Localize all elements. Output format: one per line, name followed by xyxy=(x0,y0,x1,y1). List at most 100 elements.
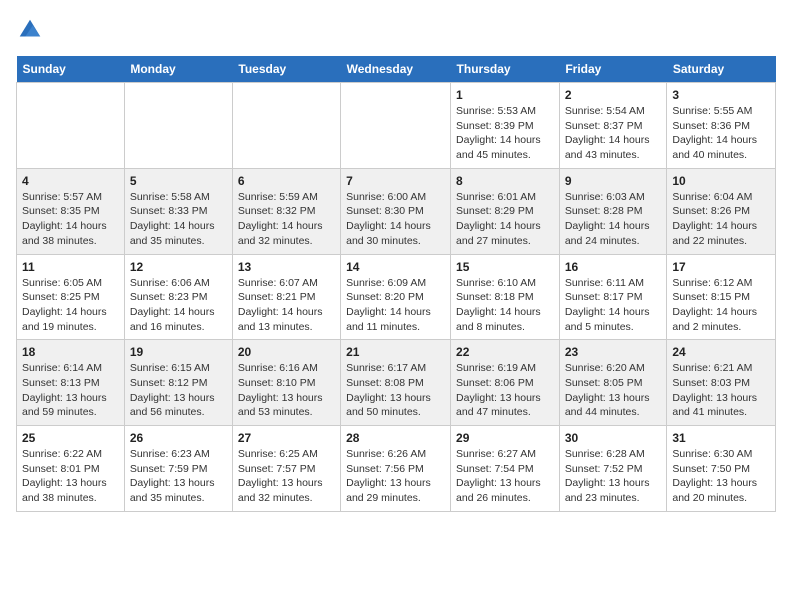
day-number: 26 xyxy=(130,431,227,445)
day-number: 4 xyxy=(22,174,119,188)
logo-icon xyxy=(16,16,44,44)
calendar-cell: 29Sunrise: 6:27 AM Sunset: 7:54 PM Dayli… xyxy=(451,426,560,512)
day-info: Sunrise: 6:30 AM Sunset: 7:50 PM Dayligh… xyxy=(672,447,770,506)
week-row-2: 11 Sunrise: 6:05 AM Sunset: 8:25 PM Dayli… xyxy=(17,254,776,340)
calendar-cell: 9Sunrise: 6:03 AM Sunset: 8:28 PM Daylig… xyxy=(559,168,667,254)
day-number: 1 xyxy=(456,88,554,102)
day-info: Sunrise: 5:55 AM Sunset: 8:36 PM Dayligh… xyxy=(672,104,770,163)
calendar-table: SundayMondayTuesdayWednesdayThursdayFrid… xyxy=(16,56,776,512)
day-number: 28 xyxy=(346,431,445,445)
header-tuesday: Tuesday xyxy=(232,56,340,83)
day-info: Sunrise: 6:25 AM Sunset: 7:57 PM Dayligh… xyxy=(238,447,335,506)
day-number: 19 xyxy=(130,345,227,359)
day-info: Sunrise: 6:22 AM Sunset: 8:01 PM Dayligh… xyxy=(22,447,119,506)
day-info: Sunrise: 6:00 AM Sunset: 8:30 PM Dayligh… xyxy=(346,190,445,249)
header-saturday: Saturday xyxy=(667,56,776,83)
logo xyxy=(16,16,48,44)
day-number: 9 xyxy=(565,174,662,188)
calendar-cell: 18 Sunrise: 6:14 AM Sunset: 8:13 PM Dayli… xyxy=(17,340,125,426)
day-info: Sunrise: 6:14 AM Sunset: 8:13 PM Dayligh… xyxy=(22,361,119,420)
calendar-header: SundayMondayTuesdayWednesdayThursdayFrid… xyxy=(17,56,776,83)
calendar-cell: 11 Sunrise: 6:05 AM Sunset: 8:25 PM Dayli… xyxy=(17,254,125,340)
calendar-cell: 3Sunrise: 5:55 AM Sunset: 8:36 PM Daylig… xyxy=(667,83,776,169)
day-info: Sunrise: 6:07 AM Sunset: 8:21 PM Dayligh… xyxy=(238,276,335,335)
day-info: Sunrise: 6:05 AM Sunset: 8:25 PM Dayligh… xyxy=(22,276,119,335)
calendar-cell: 16Sunrise: 6:11 AM Sunset: 8:17 PM Dayli… xyxy=(559,254,667,340)
calendar-cell xyxy=(232,83,340,169)
day-number: 24 xyxy=(672,345,770,359)
calendar-cell xyxy=(341,83,451,169)
day-info: Sunrise: 6:19 AM Sunset: 8:06 PM Dayligh… xyxy=(456,361,554,420)
header-sunday: Sunday xyxy=(17,56,125,83)
calendar-cell: 23 Sunrise: 6:20 AM Sunset: 8:05 PM Dayli… xyxy=(559,340,667,426)
calendar-cell: 20 Sunrise: 6:16 AM Sunset: 8:10 PM Dayli… xyxy=(232,340,340,426)
day-number: 14 xyxy=(346,260,445,274)
calendar-cell: 6 Sunrise: 5:59 AM Sunset: 8:32 PM Daylig… xyxy=(232,168,340,254)
week-row-4: 25 Sunrise: 6:22 AM Sunset: 8:01 PM Dayli… xyxy=(17,426,776,512)
day-number: 8 xyxy=(456,174,554,188)
header-row: SundayMondayTuesdayWednesdayThursdayFrid… xyxy=(17,56,776,83)
day-info: Sunrise: 6:10 AM Sunset: 8:18 PM Dayligh… xyxy=(456,276,554,335)
header-wednesday: Wednesday xyxy=(341,56,451,83)
day-number: 18 xyxy=(22,345,119,359)
header-thursday: Thursday xyxy=(451,56,560,83)
day-info: Sunrise: 5:57 AM Sunset: 8:35 PM Dayligh… xyxy=(22,190,119,249)
day-number: 13 xyxy=(238,260,335,274)
day-info: Sunrise: 6:11 AM Sunset: 8:17 PM Dayligh… xyxy=(565,276,662,335)
day-number: 7 xyxy=(346,174,445,188)
day-info: Sunrise: 6:17 AM Sunset: 8:08 PM Dayligh… xyxy=(346,361,445,420)
week-row-1: 4 Sunrise: 5:57 AM Sunset: 8:35 PM Daylig… xyxy=(17,168,776,254)
day-number: 20 xyxy=(238,345,335,359)
day-number: 2 xyxy=(565,88,662,102)
calendar-cell xyxy=(17,83,125,169)
day-number: 29 xyxy=(456,431,554,445)
day-number: 5 xyxy=(130,174,227,188)
week-row-3: 18 Sunrise: 6:14 AM Sunset: 8:13 PM Dayli… xyxy=(17,340,776,426)
calendar-cell: 10Sunrise: 6:04 AM Sunset: 8:26 PM Dayli… xyxy=(667,168,776,254)
calendar-cell: 19Sunrise: 6:15 AM Sunset: 8:12 PM Dayli… xyxy=(124,340,232,426)
calendar-body: 1 Sunrise: 5:53 AM Sunset: 8:39 PM Daylig… xyxy=(17,83,776,512)
calendar-cell: 31 Sunrise: 6:30 AM Sunset: 7:50 PM Dayli… xyxy=(667,426,776,512)
day-number: 23 xyxy=(565,345,662,359)
day-info: Sunrise: 5:59 AM Sunset: 8:32 PM Dayligh… xyxy=(238,190,335,249)
calendar-cell: 26 Sunrise: 6:23 AM Sunset: 7:59 PM Dayli… xyxy=(124,426,232,512)
day-info: Sunrise: 5:54 AM Sunset: 8:37 PM Dayligh… xyxy=(565,104,662,163)
day-number: 15 xyxy=(456,260,554,274)
calendar-cell: 5Sunrise: 5:58 AM Sunset: 8:33 PM Daylig… xyxy=(124,168,232,254)
calendar-cell: 13 Sunrise: 6:07 AM Sunset: 8:21 PM Dayli… xyxy=(232,254,340,340)
calendar-cell: 22 Sunrise: 6:19 AM Sunset: 8:06 PM Dayli… xyxy=(451,340,560,426)
day-number: 27 xyxy=(238,431,335,445)
day-number: 12 xyxy=(130,260,227,274)
calendar-cell: 27 Sunrise: 6:25 AM Sunset: 7:57 PM Dayli… xyxy=(232,426,340,512)
calendar-cell: 12 Sunrise: 6:06 AM Sunset: 8:23 PM Dayli… xyxy=(124,254,232,340)
day-number: 6 xyxy=(238,174,335,188)
day-info: Sunrise: 6:09 AM Sunset: 8:20 PM Dayligh… xyxy=(346,276,445,335)
day-number: 21 xyxy=(346,345,445,359)
day-info: Sunrise: 6:12 AM Sunset: 8:15 PM Dayligh… xyxy=(672,276,770,335)
day-info: Sunrise: 6:06 AM Sunset: 8:23 PM Dayligh… xyxy=(130,276,227,335)
week-row-0: 1 Sunrise: 5:53 AM Sunset: 8:39 PM Daylig… xyxy=(17,83,776,169)
calendar-cell: 17 Sunrise: 6:12 AM Sunset: 8:15 PM Dayli… xyxy=(667,254,776,340)
day-info: Sunrise: 6:23 AM Sunset: 7:59 PM Dayligh… xyxy=(130,447,227,506)
day-info: Sunrise: 6:20 AM Sunset: 8:05 PM Dayligh… xyxy=(565,361,662,420)
day-info: Sunrise: 5:53 AM Sunset: 8:39 PM Dayligh… xyxy=(456,104,554,163)
header-monday: Monday xyxy=(124,56,232,83)
calendar-cell: 4 Sunrise: 5:57 AM Sunset: 8:35 PM Daylig… xyxy=(17,168,125,254)
day-info: Sunrise: 6:04 AM Sunset: 8:26 PM Dayligh… xyxy=(672,190,770,249)
day-number: 25 xyxy=(22,431,119,445)
day-number: 22 xyxy=(456,345,554,359)
calendar-cell: 14 Sunrise: 6:09 AM Sunset: 8:20 PM Dayli… xyxy=(341,254,451,340)
calendar-cell: 2 Sunrise: 5:54 AM Sunset: 8:37 PM Daylig… xyxy=(559,83,667,169)
day-number: 11 xyxy=(22,260,119,274)
calendar-cell: 7 Sunrise: 6:00 AM Sunset: 8:30 PM Daylig… xyxy=(341,168,451,254)
day-number: 17 xyxy=(672,260,770,274)
page-header xyxy=(16,16,776,44)
day-number: 31 xyxy=(672,431,770,445)
day-info: Sunrise: 6:21 AM Sunset: 8:03 PM Dayligh… xyxy=(672,361,770,420)
day-info: Sunrise: 6:16 AM Sunset: 8:10 PM Dayligh… xyxy=(238,361,335,420)
day-info: Sunrise: 6:26 AM Sunset: 7:56 PM Dayligh… xyxy=(346,447,445,506)
calendar-cell: 21 Sunrise: 6:17 AM Sunset: 8:08 PM Dayli… xyxy=(341,340,451,426)
calendar-cell: 8Sunrise: 6:01 AM Sunset: 8:29 PM Daylig… xyxy=(451,168,560,254)
calendar-cell: 15 Sunrise: 6:10 AM Sunset: 8:18 PM Dayli… xyxy=(451,254,560,340)
calendar-cell: 28 Sunrise: 6:26 AM Sunset: 7:56 PM Dayli… xyxy=(341,426,451,512)
